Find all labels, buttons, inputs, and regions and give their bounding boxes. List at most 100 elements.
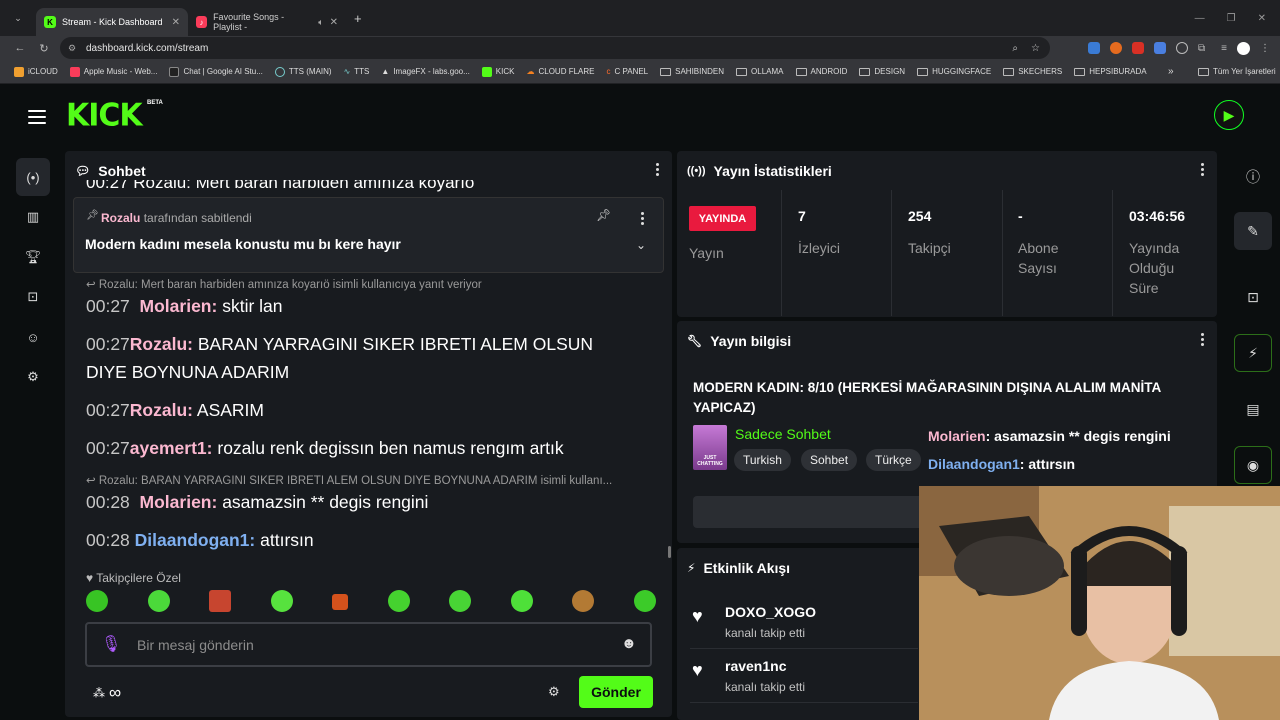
emote-icon[interactable] [270, 590, 293, 612]
category-thumbnail[interactable]: JUST CHATTING [693, 425, 727, 470]
bookmark-skechers[interactable]: SKECHERS [1003, 67, 1062, 76]
lightning-icon[interactable]: ⚡︎ [1234, 334, 1272, 372]
send-button[interactable]: Gönder [579, 676, 653, 708]
notes-icon[interactable]: ▤ [1234, 390, 1272, 428]
unpin-icon[interactable]: 📌︎ [596, 208, 611, 222]
emote-icon[interactable] [209, 590, 232, 612]
bookmarks-more-icon[interactable]: » [1168, 66, 1174, 77]
star-icon[interactable]: ☆ [1031, 43, 1040, 54]
tag-turkce[interactable]: Türkçe [866, 449, 921, 471]
zoom-icon[interactable]: ⌕ [1012, 43, 1018, 54]
profile-icon[interactable] [1237, 41, 1250, 55]
site-info-icon[interactable]: ⚙ [68, 43, 76, 54]
bookmark-cloudflare[interactable]: ☁ CLOUD FLARE [526, 67, 594, 76]
browser-menu-icon[interactable]: ⋮ [1260, 43, 1270, 54]
new-tab-icon[interactable]: + [354, 11, 362, 26]
bookmark-apple-music[interactable]: Apple Music - Web... [69, 66, 157, 77]
bookmark-imagefx[interactable]: ▲ ImageFX - labs.goo... [381, 67, 469, 76]
chat-username[interactable]: Molarien: [140, 492, 218, 512]
chat-menu-icon[interactable] [656, 163, 660, 176]
stats-menu-icon[interactable] [1201, 163, 1205, 176]
emote-icon[interactable] [510, 590, 533, 612]
bookmark-kick[interactable]: KICK [481, 66, 514, 77]
extension-translate-icon[interactable] [1154, 42, 1167, 54]
bookmark-android[interactable]: ANDROID [795, 67, 847, 76]
trophy-nav-icon[interactable]: 🏆︎ [16, 238, 50, 276]
minimize-icon[interactable]: — [1195, 13, 1205, 24]
tab-label: Favourite Songs - Playlist - [213, 12, 285, 32]
chat-username[interactable]: Dilaandogan1: [135, 530, 256, 550]
settings-nav-icon[interactable]: ⚙ [16, 358, 50, 396]
community-nav-icon[interactable]: ☺ [16, 318, 50, 356]
lightning-icon: ⚡︎ [687, 561, 696, 575]
hamburger-menu-icon[interactable] [28, 110, 46, 124]
address-bar-row: ← ↻ ⚙ dashboard.kick.com/stream ⌕ ☆ ⧉ ≡ … [0, 36, 1280, 60]
bookmark-sahibinden[interactable]: SAHIBINDEN [660, 67, 724, 76]
tag-turkish[interactable]: Turkish [734, 449, 791, 471]
stream-nav-icon[interactable]: (•) [16, 158, 50, 196]
extensions-puzzle-icon[interactable]: ⧉ [1198, 43, 1205, 54]
bookmark-design[interactable]: DESIGN [859, 67, 905, 76]
chat-cut-message: 00:27 Rozalu: Mert baran harbiden amınız… [86, 180, 475, 192]
extension-circle-icon[interactable] [1176, 42, 1189, 54]
clip-icon[interactable]: ⊡ [1234, 278, 1272, 316]
bookmark-hepsiburada[interactable]: HEPSIBURADA [1074, 67, 1147, 76]
feed-user[interactable]: raven1nc [725, 658, 786, 674]
chat-username[interactable]: Rozalu: [130, 334, 193, 354]
emote-icon[interactable] [387, 590, 410, 612]
heart-icon: ♥ [692, 660, 703, 680]
user-avatar[interactable]: ▶ [1214, 100, 1244, 130]
all-bookmarks[interactable]: Tüm Yer İşaretleri [1198, 67, 1276, 76]
edit-pencil-icon[interactable]: ✎ [1234, 212, 1272, 250]
pinned-message[interactable]: 📌︎ Rozalu tarafından sabitlendi 📌︎ Moder… [73, 197, 664, 273]
chat-bubble-icon[interactable]: ◉ [1234, 446, 1272, 484]
close-window-icon[interactable]: ✕ [1258, 13, 1266, 24]
microphone-icon[interactable]: 🎙︎ [101, 634, 121, 654]
back-icon[interactable]: ← [8, 42, 32, 54]
restore-icon[interactable]: ❐ [1227, 13, 1236, 24]
tag-sohbet[interactable]: Sohbet [801, 449, 858, 471]
chevron-down-icon[interactable]: ⌄ [636, 238, 646, 252]
emote-icon[interactable] [332, 594, 349, 610]
tab-list-icon[interactable]: ⌄ [8, 13, 28, 24]
url-input[interactable]: ⚙ dashboard.kick.com/stream ⌕ ☆ [60, 37, 1050, 59]
chat-username[interactable]: Rozalu: [130, 400, 193, 420]
emote-icon[interactable] [633, 590, 656, 612]
speaker-icon[interactable]: 🔈︎ [318, 17, 323, 28]
analytics-nav-icon[interactable]: ▥ [16, 198, 50, 236]
clips-nav-icon[interactable]: ⊡ [16, 278, 50, 316]
close-icon[interactable]: ✕ [172, 17, 180, 28]
chat-settings-icon[interactable]: ⚙ [548, 684, 560, 700]
chat-username[interactable]: ayemert1: [130, 438, 213, 458]
chat-scrollbar[interactable] [668, 546, 671, 558]
emote-icon[interactable] [147, 590, 170, 612]
emote-icon[interactable] [86, 590, 108, 612]
info-icon[interactable]: ⓘ [1234, 158, 1272, 196]
kick-logo[interactable]: KICK [66, 97, 143, 134]
kicks-infinity[interactable]: ⁂ ∞ [93, 683, 121, 703]
reload-icon[interactable]: ↻ [32, 42, 56, 55]
bookmark-icloud[interactable]: iCLOUD [14, 66, 58, 77]
tab-kick-dashboard[interactable]: K Stream - Kick Dashboard ✕ [36, 8, 188, 36]
emote-icon[interactable] [449, 590, 472, 612]
emoji-picker-icon[interactable]: ☻ [621, 635, 637, 652]
extension-s-icon[interactable] [1088, 42, 1101, 54]
bookmark-chat-google-ai[interactable]: Chat | Google AI Stu... [169, 66, 263, 77]
bookmark-ollama[interactable]: OLLAMA [736, 67, 784, 76]
close-icon[interactable]: ✕ [330, 17, 338, 28]
category-name[interactable]: Sadece Sohbet [735, 426, 831, 442]
bookmark-tts-main[interactable]: TTS (MAIN) [274, 66, 332, 77]
emote-icon[interactable] [572, 590, 595, 612]
bookmark-huggingface[interactable]: HUGGINGFACE [917, 67, 991, 76]
bookmark-tts[interactable]: ∿ TTS [344, 67, 370, 76]
bookmark-cpanel[interactable]: cC PANEL [606, 67, 648, 76]
chat-username[interactable]: Molarien: [140, 296, 218, 316]
pinned-menu-icon[interactable] [641, 212, 645, 225]
media-controls-icon[interactable]: ≡ [1221, 43, 1227, 54]
chat-input[interactable]: 🎙︎ Bir mesaj gönderin ☻ [85, 622, 652, 667]
feed-user[interactable]: DOXO_XOGO [725, 604, 816, 620]
extension-red-icon[interactable] [1132, 42, 1145, 54]
info-menu-icon[interactable] [1201, 333, 1205, 346]
extension-orange-icon[interactable] [1110, 42, 1123, 54]
tab-favourite-songs[interactable]: ♪ Favourite Songs - Playlist - 🔈︎ ✕ [188, 8, 346, 36]
